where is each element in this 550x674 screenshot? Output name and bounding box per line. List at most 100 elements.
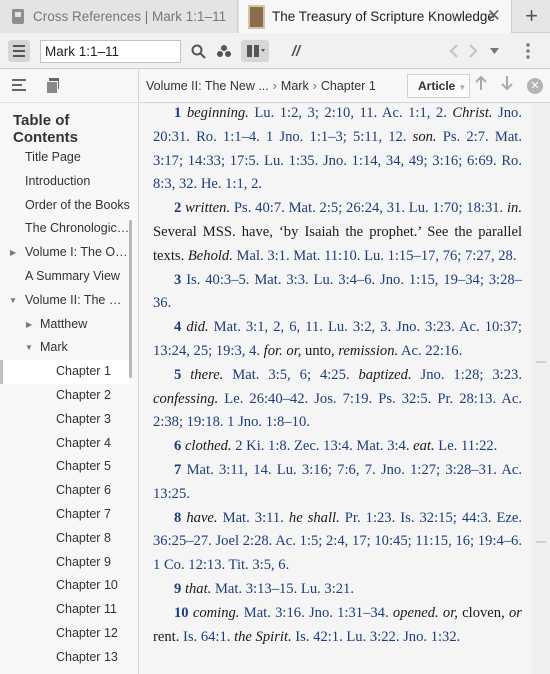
- keyword: he shall.: [288, 509, 340, 526]
- tab-bar: Cross References | Mark 1:1–11 The Treas…: [0, 0, 550, 33]
- back-arrow-icon[interactable]: [446, 40, 462, 62]
- toc-item-chapter-12[interactable]: Chapter 12: [0, 622, 130, 646]
- verse-note-2: 2 written. Ps. 40:7. Mat. 2:5; 26:24, 31…: [153, 197, 522, 268]
- cross-reference-link[interactable]: Is. 64:1.: [183, 629, 234, 645]
- cross-reference-link[interactable]: Mat. 3:5, 6; 4:25.: [223, 367, 358, 383]
- cross-reference-link[interactable]: Jno. 1:28; 3:23.: [412, 367, 522, 383]
- document-icon: [12, 9, 24, 24]
- verse-number: 10: [174, 604, 189, 621]
- parallel-resources-button[interactable]: //: [285, 40, 307, 62]
- panel-menu-button[interactable]: [8, 40, 30, 62]
- history-dropdown-icon[interactable]: [487, 40, 501, 62]
- copy-icon[interactable]: [46, 78, 60, 94]
- toc-item-chapter-1[interactable]: Chapter 1: [0, 360, 130, 384]
- verse-note-8: 8 have. Mat. 3:11. he shall. Pr. 1:23. I…: [153, 507, 522, 578]
- breadcrumb-chapter[interactable]: Chapter 1: [321, 79, 376, 93]
- keyword: Christ.: [452, 105, 493, 121]
- breadcrumb: Volume II: The New ... › Mark › Chapter 1: [146, 70, 376, 103]
- toc-item-chapter-11[interactable]: Chapter 11: [0, 598, 130, 622]
- toc-list: Title Page Introduction Order of the Boo…: [0, 146, 130, 670]
- close-panel-icon[interactable]: ✕: [527, 78, 543, 94]
- cross-reference-link[interactable]: Mat. 3:11.: [218, 510, 289, 526]
- verse-number: 2: [174, 200, 182, 217]
- cross-reference-link[interactable]: Mat. 3:11, 14. Lu. 3:16; 7:6, 7. Jno. 1:…: [153, 462, 522, 502]
- cross-reference-link[interactable]: Lu. 1:2, 3; 2:10, 11. Ac. 1:1, 2.: [249, 105, 453, 121]
- toc-item-matthew[interactable]: ▶ Matthew: [0, 313, 130, 337]
- verse-note-5: 5 there. Mat. 3:5, 6; 4:25. baptized. Jn…: [153, 364, 522, 435]
- gutter-marker[interactable]: [536, 361, 546, 363]
- toc-item-chronological[interactable]: The Chronological Order: [0, 217, 130, 241]
- expand-triangle-icon[interactable]: ▶: [26, 313, 32, 337]
- toc-item-chapter-13[interactable]: Chapter 13: [0, 646, 130, 670]
- previous-arrow-icon[interactable]: [473, 75, 489, 96]
- expand-triangle-icon[interactable]: ▶: [10, 241, 16, 265]
- keyword: remission.: [338, 342, 399, 359]
- breadcrumb-separator: ›: [272, 79, 277, 93]
- keyword: have.: [186, 509, 218, 526]
- collapse-triangle-icon[interactable]: ▼: [9, 289, 17, 313]
- cross-reference-link[interactable]: Is. 40:3–5. Mat. 3:3. Lu. 3:4–6. Jno. 1:…: [153, 272, 522, 312]
- cross-reference-link[interactable]: Is. 42:1. Lu. 3:22. Jno. 1:32.: [292, 629, 460, 645]
- toc-list-icon[interactable]: [12, 79, 26, 91]
- toc-item-volume-1[interactable]: ▶ Volume I: The Old Testament: [0, 241, 130, 265]
- cross-reference-link[interactable]: Ps. 40:7. Mat. 2:5; 26:24, 31. Lu. 1:70;…: [230, 200, 507, 216]
- toc-item-title-page[interactable]: Title Page: [0, 146, 130, 170]
- toc-item-introduction[interactable]: Introduction: [0, 170, 130, 194]
- toc-item-chapter-8[interactable]: Chapter 8: [0, 527, 130, 551]
- cross-reference-link[interactable]: Le. 11:22.: [435, 438, 497, 454]
- toc-item-summary[interactable]: A Summary View: [0, 265, 130, 289]
- toc-item-chapter-10[interactable]: Chapter 10: [0, 574, 130, 598]
- toc-item-chapter-2[interactable]: Chapter 2: [0, 384, 130, 408]
- note-text: unto,: [301, 342, 339, 359]
- reference-input[interactable]: [40, 40, 181, 63]
- keyword: Behold.: [187, 247, 233, 264]
- verse-note-7: 7 Mat. 3:11, 14. Lu. 3:16; 7:6, 7. Jno. …: [153, 459, 522, 507]
- tab-cross-references[interactable]: Cross References | Mark 1:1–11: [0, 0, 238, 33]
- cross-reference-link[interactable]: Mat. 3:13–15. Lu. 3:21.: [211, 581, 354, 597]
- toc-title: Table of Contents: [13, 112, 78, 146]
- breadcrumb-volume[interactable]: Volume II: The New ...: [146, 79, 269, 93]
- keyword: for.: [263, 342, 283, 359]
- keyword: or: [508, 604, 522, 621]
- toc-item-chapter-4[interactable]: Chapter 4: [0, 432, 130, 456]
- cross-reference-link[interactable]: Ac. 22:16.: [398, 343, 462, 359]
- visual-filter-icon[interactable]: [214, 40, 234, 62]
- next-arrow-icon[interactable]: [499, 76, 515, 96]
- verse-note-6: 6 clothed. 2 Ki. 1:8. Zec. 13:4. Mat. 3:…: [153, 435, 522, 459]
- article-dropdown[interactable]: Article ▼: [407, 74, 470, 98]
- book-cover-icon: [248, 4, 265, 29]
- toc-item-chapter-6[interactable]: Chapter 6: [0, 479, 130, 503]
- verse-number: 4: [174, 319, 182, 336]
- cross-reference-link[interactable]: Mat. 3:16. Jno. 1:31–34.: [239, 605, 392, 621]
- cross-reference-link[interactable]: Mal. 3:1. Mat. 11:10. Lu. 1:15–17, 76; 7…: [233, 248, 517, 264]
- toc-item-mark[interactable]: ▼ Mark: [0, 336, 130, 360]
- parallel-columns-icon[interactable]: [241, 40, 269, 62]
- toc-item-chapter-5[interactable]: Chapter 5: [0, 455, 130, 479]
- tab-treasury[interactable]: The Treasury of Scripture Knowledge ✕: [239, 0, 512, 33]
- toc-item-chapter-3[interactable]: Chapter 3: [0, 408, 130, 432]
- cross-reference-link[interactable]: 2 Ki. 1:8. Zec. 13:4. Mat. 3:4.: [232, 438, 414, 454]
- keyword: son.: [412, 128, 437, 145]
- verse-note-4: 4 did. Mat. 3:1, 2, 6, 11. Lu. 3:2, 3. J…: [153, 316, 522, 364]
- toc-item-chapter-9[interactable]: Chapter 9: [0, 551, 130, 575]
- toc-item-chapter-7[interactable]: Chapter 7: [0, 503, 130, 527]
- close-tab-icon[interactable]: ✕: [487, 7, 501, 25]
- verse-number: 6: [174, 438, 182, 455]
- collapse-triangle-icon[interactable]: ▼: [25, 336, 33, 360]
- sidebar-scrollbar[interactable]: [129, 220, 132, 378]
- keyword: there.: [190, 366, 224, 383]
- toc-item-volume-2[interactable]: ▼ Volume II: The New Testament: [0, 289, 130, 313]
- keyword: in.: [507, 200, 522, 217]
- verse-number: 7: [174, 461, 182, 478]
- more-options-icon[interactable]: [520, 40, 536, 62]
- breadcrumb-separator: ›: [312, 79, 317, 93]
- verse-number: 3: [174, 271, 182, 288]
- toolbar: //: [0, 33, 550, 69]
- article-body: 1 beginning. Lu. 1:2, 3; 2:10, 11. Ac. 1…: [140, 104, 532, 674]
- new-tab-button[interactable]: +: [513, 0, 550, 33]
- gutter-marker[interactable]: [536, 541, 546, 543]
- forward-arrow-icon[interactable]: [465, 40, 481, 62]
- search-icon[interactable]: [188, 40, 208, 62]
- breadcrumb-book[interactable]: Mark: [281, 79, 309, 93]
- toc-item-order[interactable]: Order of the Books: [0, 194, 130, 218]
